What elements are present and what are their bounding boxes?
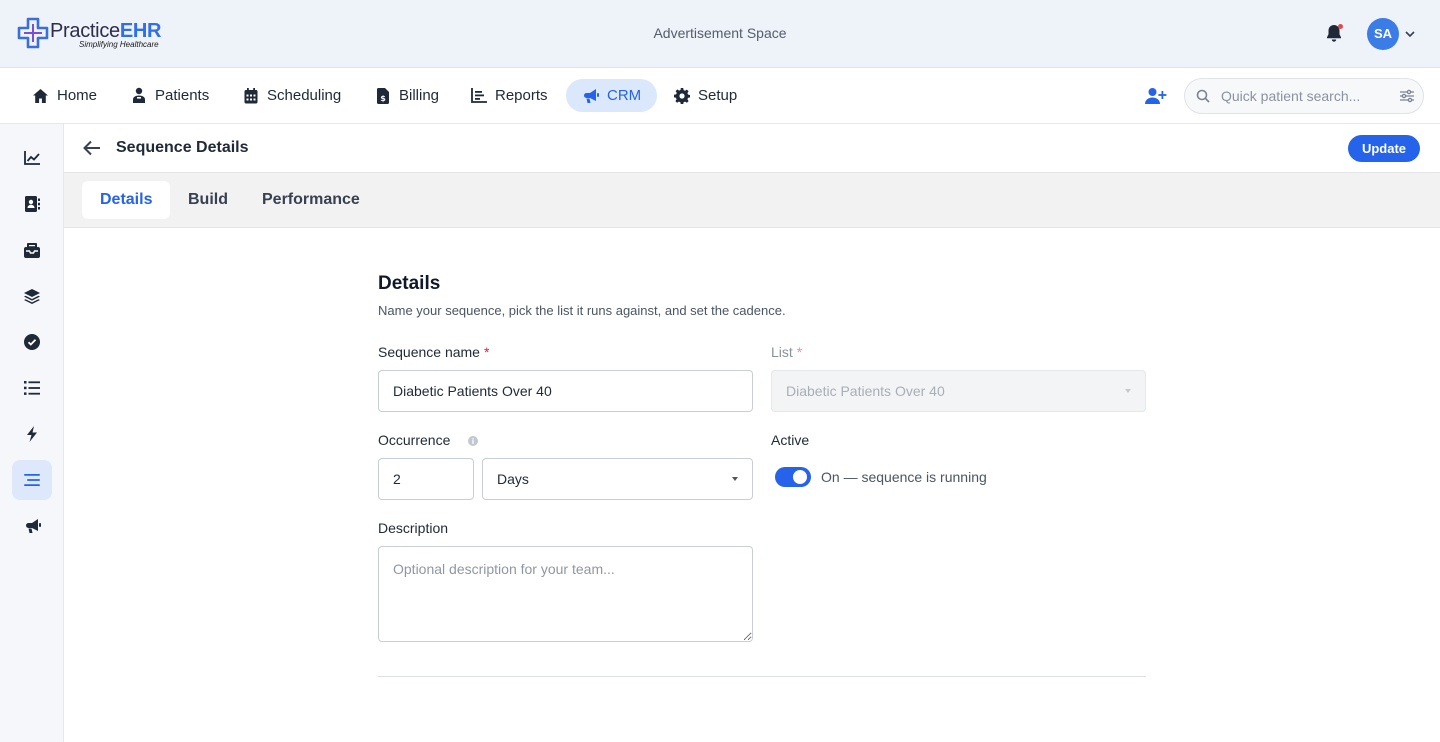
- page-title: Sequence Details: [116, 139, 249, 156]
- rail-tasks[interactable]: [12, 322, 52, 362]
- svg-text:$: $: [380, 94, 386, 103]
- tab-build[interactable]: Build: [170, 181, 246, 219]
- gear-icon: [673, 87, 690, 104]
- tab-details[interactable]: Details: [82, 181, 171, 219]
- filter-sliders-icon[interactable]: [1400, 89, 1414, 103]
- rail-campaigns[interactable]: [12, 506, 52, 546]
- required-mark: *: [796, 344, 803, 360]
- sequence-icon: [24, 474, 40, 486]
- list-icon: [24, 381, 40, 395]
- list-select-value: Diabetic Patients Over 40: [786, 383, 945, 399]
- nav-billing-label: Billing: [399, 87, 440, 104]
- chevron-down-icon[interactable]: [1404, 28, 1416, 40]
- check-circle-icon: [24, 334, 40, 350]
- active-toggle[interactable]: [775, 467, 811, 487]
- search-input[interactable]: [1221, 79, 1391, 113]
- add-patient-icon[interactable]: [1145, 87, 1167, 105]
- tab-bar: Details Build Performance: [64, 172, 1440, 228]
- nav-patients-label: Patients: [155, 87, 210, 104]
- layers-icon: [24, 288, 40, 304]
- rail-analytics[interactable]: [12, 138, 52, 178]
- caret-down-icon: [732, 477, 738, 481]
- occurrence-unit-value: Days: [497, 471, 529, 487]
- form-divider: [378, 676, 1146, 677]
- side-rail: [0, 124, 64, 742]
- main-nav: Home Patients Scheduling $ Billing Repor…: [0, 68, 1440, 124]
- sequence-name-label: Sequence name *: [378, 344, 490, 360]
- search-icon: [1196, 89, 1210, 103]
- megaphone-icon: [25, 519, 41, 533]
- nav-setup-label: Setup: [698, 87, 738, 104]
- home-icon: [32, 87, 49, 104]
- rail-inbox[interactable]: [12, 230, 52, 270]
- active-label: Active: [771, 432, 810, 448]
- nav-crm[interactable]: CRM: [566, 79, 658, 112]
- occurrence-label: Occurrence: [378, 432, 451, 448]
- sequence-name-input[interactable]: [378, 370, 753, 412]
- rail-lists[interactable]: [12, 368, 52, 408]
- quick-patient-search[interactable]: [1184, 78, 1424, 114]
- description-label: Description: [378, 520, 449, 536]
- rail-contacts[interactable]: [12, 184, 52, 224]
- notification-dot: [1338, 24, 1343, 29]
- bolt-icon: [27, 426, 37, 442]
- logo-tagline: Simplifying Healthcare: [79, 40, 159, 49]
- calendar-icon: [242, 87, 259, 104]
- chart-line-icon: [24, 151, 40, 165]
- report-icon: [470, 87, 487, 104]
- section-subtitle: Name your sequence, pick the list it run…: [378, 303, 786, 318]
- invoice-icon: $: [374, 87, 391, 104]
- tab-performance[interactable]: Performance: [244, 181, 378, 219]
- nav-scheduling[interactable]: Scheduling: [226, 79, 357, 112]
- nav-reports-label: Reports: [495, 87, 548, 104]
- rail-sequences[interactable]: [12, 460, 52, 500]
- patient-icon: [130, 87, 147, 104]
- back-arrow-icon[interactable]: [82, 139, 102, 157]
- rail-layers[interactable]: [12, 276, 52, 316]
- rail-automations[interactable]: [12, 414, 52, 454]
- megaphone-icon: [582, 87, 599, 104]
- update-button[interactable]: Update: [1348, 135, 1420, 162]
- nav-crm-label: CRM: [607, 87, 642, 104]
- nav-home-label: Home: [57, 87, 98, 104]
- toggle-knob: [793, 470, 807, 484]
- info-icon[interactable]: [468, 436, 478, 446]
- list-select[interactable]: Diabetic Patients Over 40: [771, 370, 1146, 412]
- required-mark: *: [483, 344, 490, 360]
- nav-reports[interactable]: Reports: [454, 79, 564, 112]
- nav-home[interactable]: Home: [16, 79, 113, 112]
- advertisement-space: Advertisement Space: [653, 25, 787, 41]
- inbox-icon: [24, 242, 40, 258]
- occurrence-number-input[interactable]: [378, 458, 474, 500]
- caret-down-icon: [1125, 389, 1131, 393]
- nav-setup[interactable]: Setup: [657, 79, 753, 112]
- description-textarea[interactable]: [378, 546, 753, 642]
- user-avatar[interactable]: SA: [1367, 18, 1399, 50]
- contact-book-icon: [25, 196, 40, 212]
- top-header: PracticeEHR Simplifying Healthcare Adver…: [0, 0, 1440, 68]
- page-header: Sequence Details Update: [64, 124, 1440, 172]
- nav-billing[interactable]: $ Billing: [358, 79, 455, 112]
- nav-patients[interactable]: Patients: [114, 79, 225, 112]
- active-status-text: On — sequence is running: [821, 469, 987, 485]
- section-title: Details: [378, 273, 441, 294]
- nav-scheduling-label: Scheduling: [267, 87, 342, 104]
- list-label: List *: [771, 344, 803, 360]
- occurrence-unit-select[interactable]: Days: [482, 458, 753, 500]
